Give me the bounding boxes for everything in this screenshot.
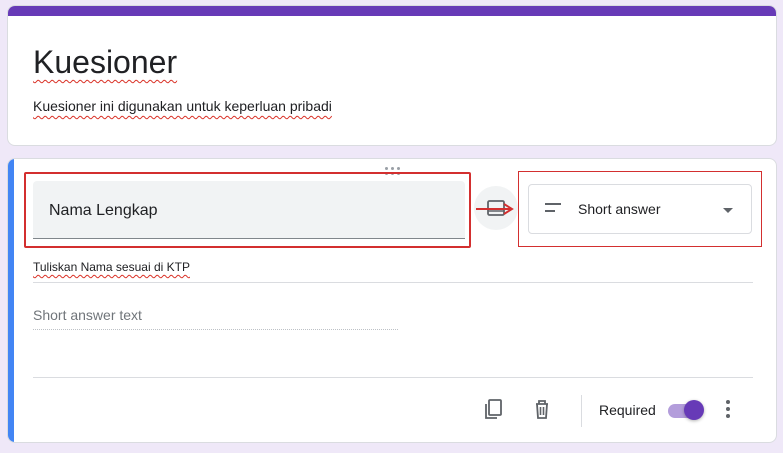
required-toggle[interactable]: [668, 400, 706, 422]
question-type-dropdown[interactable]: Short answer: [528, 184, 752, 234]
more-options-button[interactable]: [708, 389, 748, 429]
footer-divider: [33, 377, 753, 378]
footer-vertical-divider: [581, 395, 582, 427]
header-accent-bar: [8, 6, 776, 16]
short-answer-icon: [545, 203, 561, 212]
form-description[interactable]: Kuesioner ini digunakan untuk keperluan …: [33, 98, 332, 114]
copy-icon: [485, 399, 502, 419]
chevron-down-icon: [723, 208, 733, 213]
question-card[interactable]: Nama Lengkap Short answer Tuliskan Nama …: [7, 158, 777, 443]
annotation-arrow: [476, 203, 514, 215]
toggle-thumb: [684, 400, 704, 420]
required-label: Required: [599, 402, 656, 418]
question-type-label: Short answer: [578, 201, 661, 217]
form-header-card: Kuesioner Kuesioner ini digunakan untuk …: [7, 5, 777, 146]
more-vert-icon: [726, 400, 730, 418]
delete-button[interactable]: [522, 389, 562, 429]
duplicate-button[interactable]: [473, 389, 513, 429]
trash-icon: [536, 400, 548, 419]
annotation-highlight-question: [24, 172, 471, 248]
description-underline: [33, 282, 753, 283]
active-question-indicator: [8, 159, 14, 442]
question-description[interactable]: Tuliskan Nama sesuai di KTP: [33, 260, 190, 274]
form-title[interactable]: Kuesioner: [33, 44, 177, 81]
answer-placeholder: Short answer text: [33, 307, 142, 323]
answer-underline: [33, 329, 398, 330]
